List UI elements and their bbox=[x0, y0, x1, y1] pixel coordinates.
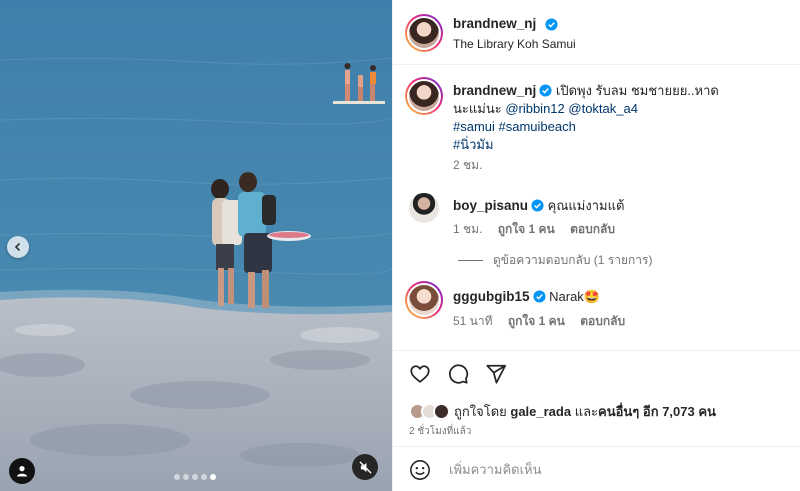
tagged-users-button[interactable] bbox=[9, 458, 35, 484]
post-media[interactable] bbox=[0, 0, 392, 491]
author-username[interactable]: brandnew_nj bbox=[453, 16, 536, 31]
comment-time: 1 ชม. bbox=[453, 222, 483, 236]
liker-avatar bbox=[433, 403, 450, 420]
commenter-avatar[interactable] bbox=[405, 281, 443, 319]
carousel-indicator bbox=[174, 474, 216, 480]
likes-prefix: ถูกใจโดย bbox=[454, 404, 507, 419]
view-replies-button[interactable]: ดูข้อความตอบกลับ (1 รายการ) bbox=[458, 251, 652, 270]
hashtag-link[interactable]: #samui #samuibeach bbox=[453, 119, 576, 134]
comment-icon[interactable] bbox=[447, 363, 469, 385]
commenter-avatar[interactable] bbox=[409, 193, 439, 223]
carousel-dot-active bbox=[210, 474, 216, 480]
comment-text: Narak🤩 bbox=[549, 289, 600, 304]
carousel-dot bbox=[183, 474, 189, 480]
mention-link[interactable]: @ribbin12 bbox=[505, 101, 564, 116]
replies-divider bbox=[458, 260, 483, 261]
view-replies-label: ดูข้อความตอบกลับ (1 รายการ) bbox=[493, 253, 653, 267]
comment-username[interactable]: gggubgib15 bbox=[453, 289, 530, 304]
caption-author-avatar[interactable] bbox=[405, 77, 443, 115]
comment-meta: 51 นาที ถูกใจ 1 คน ตอบกลับ bbox=[453, 312, 637, 331]
user-icon bbox=[17, 466, 27, 477]
carousel-dot bbox=[201, 474, 207, 480]
post-location[interactable]: The Library Koh Samui bbox=[453, 37, 576, 51]
heart-icon[interactable] bbox=[409, 363, 431, 385]
beach-photo bbox=[0, 0, 392, 491]
liker-username[interactable]: gale_rada bbox=[510, 404, 571, 419]
comment-input[interactable] bbox=[449, 457, 779, 481]
post-time[interactable]: 2 ชั่วโมงที่แล้ว bbox=[409, 424, 471, 439]
reply-button[interactable]: ตอบกลับ bbox=[570, 222, 615, 236]
mention-link[interactable]: @toktak_a4 bbox=[568, 101, 638, 116]
comment-meta: 1 ชม. ถูกใจ 1 คน ตอบกลับ bbox=[453, 220, 627, 239]
reply-button[interactable]: ตอบกลับ bbox=[580, 314, 625, 328]
post-header: brandnew_nj The Library Koh Samui bbox=[393, 0, 800, 65]
add-comment-bar bbox=[393, 446, 800, 491]
verified-badge-icon bbox=[539, 84, 552, 97]
mute-button[interactable] bbox=[352, 454, 378, 480]
comment-likes[interactable]: ถูกใจ 1 คน bbox=[498, 222, 555, 236]
hashtag-link[interactable]: #นิ่วมัม bbox=[453, 137, 494, 152]
caption-text: เปิดพุง รับลม ชมชายยย..หาด bbox=[555, 83, 719, 98]
verified-badge-icon bbox=[545, 18, 558, 31]
carousel-dot bbox=[174, 474, 180, 480]
post-details-panel: brandnew_nj The Library Koh Samui brandn… bbox=[392, 0, 800, 491]
smiley-icon[interactable] bbox=[409, 459, 431, 481]
verified-badge-icon bbox=[531, 199, 544, 212]
post-caption: brandnew_nj เปิดพุง รับลม ชมชายยย..หาด น… bbox=[453, 82, 783, 154]
comment-username[interactable]: boy_pisanu bbox=[453, 198, 528, 213]
paper-plane-icon[interactable] bbox=[485, 363, 507, 385]
speaker-muted-icon bbox=[358, 460, 372, 474]
carousel-dot bbox=[192, 474, 198, 480]
likes-summary[interactable]: ถูกใจโดย gale_rada และคนอื่นๆ อีก 7,073 … bbox=[409, 401, 716, 422]
comment-item: boy_pisanu คุณแม่งามแต้ bbox=[453, 195, 624, 216]
comment-likes[interactable]: ถูกใจ 1 คน bbox=[508, 314, 565, 328]
caption-text-2: นะแม่นะ bbox=[453, 101, 506, 116]
comment-item: gggubgib15 Narak🤩 bbox=[453, 289, 600, 305]
verified-badge-icon bbox=[532, 290, 546, 303]
carousel-prev-button[interactable] bbox=[7, 236, 29, 258]
likes-others-count[interactable]: คนอื่นๆ อีก 7,073 คน bbox=[598, 404, 716, 419]
chevron-left-icon bbox=[14, 242, 21, 252]
post-actions: ถูกใจโดย gale_rada และคนอื่นๆ อีก 7,073 … bbox=[393, 350, 800, 437]
comments-section: brandnew_nj เปิดพุง รับลม ชมชายยย..หาด น… bbox=[393, 65, 800, 350]
caption-username[interactable]: brandnew_nj bbox=[453, 83, 536, 98]
caption-timestamp: 2 ชม. bbox=[453, 158, 483, 172]
author-avatar[interactable] bbox=[405, 14, 443, 52]
comment-time: 51 นาที bbox=[453, 314, 493, 328]
likes-middle: และ bbox=[574, 404, 599, 419]
comment-text: คุณแม่งามแต้ bbox=[547, 198, 625, 213]
